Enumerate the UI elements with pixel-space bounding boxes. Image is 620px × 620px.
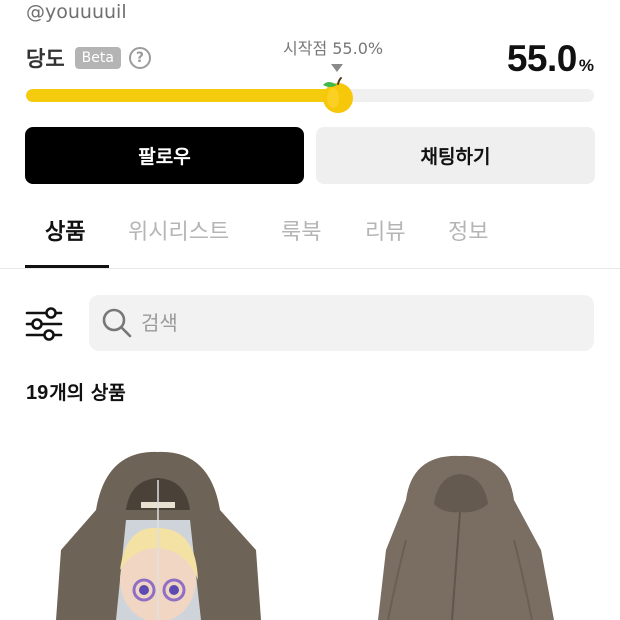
tab-reviews[interactable]: 리뷰 (365, 214, 405, 246)
sweetness-progress-bar (26, 89, 594, 102)
beta-badge: Beta (74, 47, 121, 69)
product-image-jacket[interactable] (326, 440, 594, 620)
sweetness-value: 55.0 % (507, 38, 594, 80)
follow-button[interactable]: 팔로우 (25, 127, 304, 184)
search-bar[interactable] (89, 295, 594, 351)
start-point-marker-icon (331, 64, 343, 72)
product-count-suffix: 개의 상품 (49, 382, 126, 404)
sweetness-header: 당도 Beta ? (26, 44, 151, 72)
start-point-caption: 시작점 55.0% (283, 39, 384, 58)
sweetness-progress-fill (26, 89, 339, 102)
product-count-number: 19 (26, 382, 49, 404)
active-tab-indicator (25, 265, 109, 268)
help-icon[interactable]: ? (128, 47, 151, 69)
tab-info[interactable]: 정보 (448, 214, 488, 246)
filter-sliders-icon[interactable] (25, 305, 63, 343)
sweetness-value-number: 55.0 (506, 38, 578, 79)
sweetness-value-unit: % (578, 56, 594, 75)
product-image-hoodie[interactable] (26, 440, 294, 620)
tab-lookbook[interactable]: 룩북 (281, 214, 321, 246)
search-input[interactable] (141, 311, 541, 335)
tab-products[interactable]: 상품 (45, 214, 85, 246)
chat-button[interactable]: 채팅하기 (316, 127, 595, 184)
tab-bar: 상품 위시리스트 룩북 리뷰 정보 (0, 200, 620, 269)
tab-wishlist[interactable]: 위시리스트 (128, 214, 229, 246)
apple-icon (323, 77, 353, 113)
product-count: 19 개의 상품 (26, 378, 126, 405)
sweetness-label: 당도 (26, 47, 65, 71)
user-handle: @youuuuil (26, 1, 127, 23)
search-icon (102, 308, 132, 338)
